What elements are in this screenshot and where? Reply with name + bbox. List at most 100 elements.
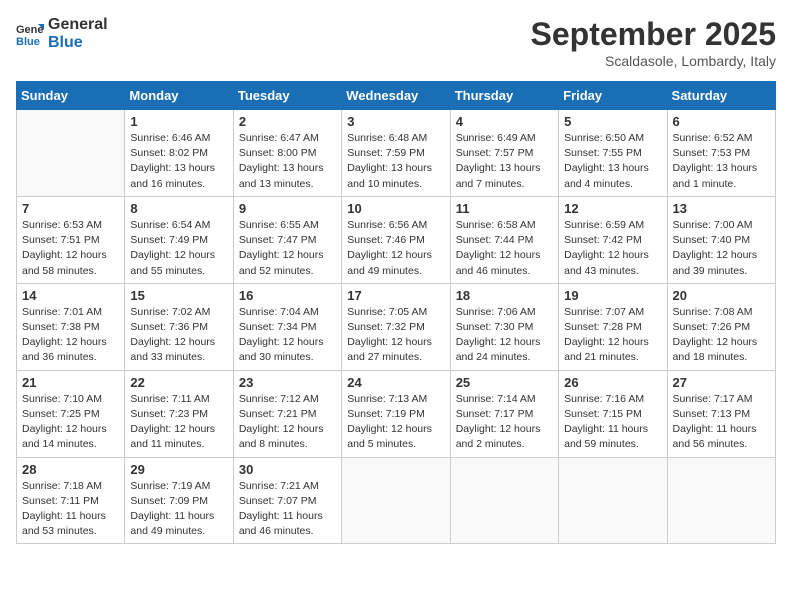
day-number: 6 <box>673 114 770 129</box>
calendar-cell: 2 Sunrise: 6:47 AM Sunset: 8:00 PM Daylig… <box>233 110 341 197</box>
calendar-cell: 19Sunrise: 7:07 AM Sunset: 7:28 PM Dayli… <box>559 283 667 370</box>
calendar-cell: 8 Sunrise: 6:54 AM Sunset: 7:49 PM Daylig… <box>125 196 233 283</box>
calendar-cell: 17 Sunrise: 7:05 AM Sunset: 7:32 PM Dayli… <box>342 283 450 370</box>
weekday-header-saturday: Saturday <box>667 82 775 110</box>
calendar-cell: 5 Sunrise: 6:50 AM Sunset: 7:55 PM Daylig… <box>559 110 667 197</box>
calendar-cell: 12Sunrise: 6:59 AM Sunset: 7:42 PM Dayli… <box>559 196 667 283</box>
calendar-cell: 14 Sunrise: 7:01 AM Sunset: 7:38 PM Dayli… <box>17 283 125 370</box>
calendar-cell: 3 Sunrise: 6:48 AM Sunset: 7:59 PM Daylig… <box>342 110 450 197</box>
day-number: 19 <box>564 288 661 303</box>
day-info: Sunrise: 7:10 AM Sunset: 7:25 PM Dayligh… <box>22 392 119 453</box>
day-info: Sunrise: 6:54 AM Sunset: 7:49 PM Dayligh… <box>130 218 227 279</box>
day-info: Sunrise: 6:50 AM Sunset: 7:55 PM Dayligh… <box>564 131 661 192</box>
week-row-3: 21 Sunrise: 7:10 AM Sunset: 7:25 PM Dayli… <box>17 370 776 457</box>
day-number: 7 <box>22 201 119 216</box>
calendar-cell: 7 Sunrise: 6:53 AM Sunset: 7:51 PM Daylig… <box>17 196 125 283</box>
day-info: Sunrise: 6:53 AM Sunset: 7:51 PM Dayligh… <box>22 218 119 279</box>
day-info: Sunrise: 7:01 AM Sunset: 7:38 PM Dayligh… <box>22 305 119 366</box>
day-number: 9 <box>239 201 336 216</box>
calendar-cell <box>667 457 775 544</box>
day-number: 4 <box>456 114 553 129</box>
day-number: 8 <box>130 201 227 216</box>
day-number: 5 <box>564 114 661 129</box>
svg-text:Blue: Blue <box>16 36 40 48</box>
day-info: Sunrise: 6:48 AM Sunset: 7:59 PM Dayligh… <box>347 131 444 192</box>
day-number: 17 <box>347 288 444 303</box>
day-number: 21 <box>22 375 119 390</box>
day-number: 30 <box>239 462 336 477</box>
day-info: Sunrise: 6:56 AM Sunset: 7:46 PM Dayligh… <box>347 218 444 279</box>
calendar-cell <box>342 457 450 544</box>
day-info: Sunrise: 6:47 AM Sunset: 8:00 PM Dayligh… <box>239 131 336 192</box>
logo-general: General <box>48 16 108 34</box>
day-info: Sunrise: 7:17 AM Sunset: 7:13 PM Dayligh… <box>673 392 770 453</box>
calendar-cell: 21 Sunrise: 7:10 AM Sunset: 7:25 PM Dayli… <box>17 370 125 457</box>
day-number: 18 <box>456 288 553 303</box>
day-number: 28 <box>22 462 119 477</box>
calendar-cell <box>559 457 667 544</box>
day-number: 3 <box>347 114 444 129</box>
day-info: Sunrise: 7:02 AM Sunset: 7:36 PM Dayligh… <box>130 305 227 366</box>
day-info: Sunrise: 6:55 AM Sunset: 7:47 PM Dayligh… <box>239 218 336 279</box>
day-info: Sunrise: 7:08 AM Sunset: 7:26 PM Dayligh… <box>673 305 770 366</box>
location: Scaldasole, Lombardy, Italy <box>531 53 776 69</box>
day-number: 1 <box>130 114 227 129</box>
calendar-table: SundayMondayTuesdayWednesdayThursdayFrid… <box>16 81 776 544</box>
month-title: September 2025 <box>531 16 776 53</box>
day-number: 26 <box>564 375 661 390</box>
day-number: 10 <box>347 201 444 216</box>
weekday-header-thursday: Thursday <box>450 82 558 110</box>
day-info: Sunrise: 6:52 AM Sunset: 7:53 PM Dayligh… <box>673 131 770 192</box>
week-row-0: 1Sunrise: 6:46 AM Sunset: 8:02 PM Daylig… <box>17 110 776 197</box>
day-number: 22 <box>130 375 227 390</box>
day-info: Sunrise: 7:19 AM Sunset: 7:09 PM Dayligh… <box>130 479 227 540</box>
day-number: 23 <box>239 375 336 390</box>
calendar-cell: 16Sunrise: 7:04 AM Sunset: 7:34 PM Dayli… <box>233 283 341 370</box>
day-info: Sunrise: 7:14 AM Sunset: 7:17 PM Dayligh… <box>456 392 553 453</box>
day-info: Sunrise: 7:05 AM Sunset: 7:32 PM Dayligh… <box>347 305 444 366</box>
calendar-cell: 30 Sunrise: 7:21 AM Sunset: 7:07 PM Dayli… <box>233 457 341 544</box>
calendar-cell: 25 Sunrise: 7:14 AM Sunset: 7:17 PM Dayli… <box>450 370 558 457</box>
day-info: Sunrise: 7:21 AM Sunset: 7:07 PM Dayligh… <box>239 479 336 540</box>
day-number: 27 <box>673 375 770 390</box>
day-info: Sunrise: 7:13 AM Sunset: 7:19 PM Dayligh… <box>347 392 444 453</box>
day-info: Sunrise: 7:16 AM Sunset: 7:15 PM Dayligh… <box>564 392 661 453</box>
calendar-header: SundayMondayTuesdayWednesdayThursdayFrid… <box>17 82 776 110</box>
weekday-header-tuesday: Tuesday <box>233 82 341 110</box>
calendar-cell: 9 Sunrise: 6:55 AM Sunset: 7:47 PM Daylig… <box>233 196 341 283</box>
logo-blue: Blue <box>48 34 108 52</box>
day-info: Sunrise: 7:18 AM Sunset: 7:11 PM Dayligh… <box>22 479 119 540</box>
calendar-cell <box>450 457 558 544</box>
calendar-cell: 24 Sunrise: 7:13 AM Sunset: 7:19 PM Dayli… <box>342 370 450 457</box>
day-info: Sunrise: 7:00 AM Sunset: 7:40 PM Dayligh… <box>673 218 770 279</box>
day-info: Sunrise: 6:49 AM Sunset: 7:57 PM Dayligh… <box>456 131 553 192</box>
calendar-cell: 15 Sunrise: 7:02 AM Sunset: 7:36 PM Dayli… <box>125 283 233 370</box>
weekday-header-monday: Monday <box>125 82 233 110</box>
day-number: 14 <box>22 288 119 303</box>
calendar-cell: 26 Sunrise: 7:16 AM Sunset: 7:15 PM Dayli… <box>559 370 667 457</box>
calendar-cell: 18 Sunrise: 7:06 AM Sunset: 7:30 PM Dayli… <box>450 283 558 370</box>
day-number: 25 <box>456 375 553 390</box>
calendar-cell: 10 Sunrise: 6:56 AM Sunset: 7:46 PM Dayli… <box>342 196 450 283</box>
weekday-header-friday: Friday <box>559 82 667 110</box>
day-number: 29 <box>130 462 227 477</box>
weekday-header-sunday: Sunday <box>17 82 125 110</box>
calendar-cell: 27 Sunrise: 7:17 AM Sunset: 7:13 PM Dayli… <box>667 370 775 457</box>
week-row-4: 28 Sunrise: 7:18 AM Sunset: 7:11 PM Dayli… <box>17 457 776 544</box>
logo: General Blue General Blue <box>16 16 108 53</box>
day-info: Sunrise: 6:58 AM Sunset: 7:44 PM Dayligh… <box>456 218 553 279</box>
week-row-2: 14 Sunrise: 7:01 AM Sunset: 7:38 PM Dayli… <box>17 283 776 370</box>
day-number: 12 <box>564 201 661 216</box>
day-number: 24 <box>347 375 444 390</box>
weekday-header-wednesday: Wednesday <box>342 82 450 110</box>
calendar-cell: 1Sunrise: 6:46 AM Sunset: 8:02 PM Daylig… <box>125 110 233 197</box>
day-info: Sunrise: 7:06 AM Sunset: 7:30 PM Dayligh… <box>456 305 553 366</box>
page-header: General Blue General Blue September 2025… <box>16 16 776 69</box>
calendar-cell: 29 Sunrise: 7:19 AM Sunset: 7:09 PM Dayli… <box>125 457 233 544</box>
day-number: 2 <box>239 114 336 129</box>
day-info: Sunrise: 7:04 AM Sunset: 7:34 PM Dayligh… <box>239 305 336 366</box>
calendar-cell: 20Sunrise: 7:08 AM Sunset: 7:26 PM Dayli… <box>667 283 775 370</box>
logo-icon: General Blue <box>16 20 44 48</box>
day-info: Sunrise: 7:12 AM Sunset: 7:21 PM Dayligh… <box>239 392 336 453</box>
day-number: 15 <box>130 288 227 303</box>
